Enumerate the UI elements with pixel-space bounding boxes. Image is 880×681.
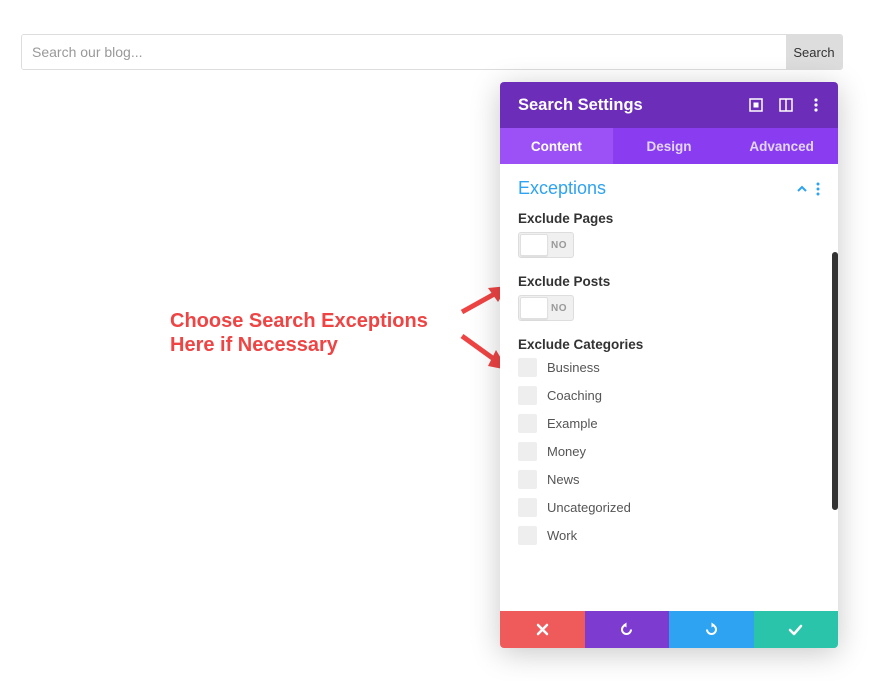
redo-icon <box>704 622 719 637</box>
category-checkbox[interactable] <box>518 526 537 545</box>
section-more-icon[interactable] <box>816 182 820 196</box>
category-checkbox[interactable] <box>518 358 537 377</box>
exclude-pages-toggle[interactable]: NO <box>518 232 574 258</box>
toggle-state: NO <box>551 240 567 251</box>
tab-content[interactable]: Content <box>500 128 613 164</box>
settings-panel: Search Settings Content Design Advanced … <box>500 82 838 648</box>
toggle-state: NO <box>551 303 567 314</box>
category-label: Coaching <box>547 388 602 403</box>
search-button[interactable]: Search <box>786 35 842 69</box>
exclude-posts-label: Exclude Posts <box>518 274 820 289</box>
chevron-up-icon[interactable] <box>796 183 808 195</box>
annotation-line2: Here if Necessary <box>170 333 428 357</box>
category-label: Uncategorized <box>547 500 631 515</box>
section-header[interactable]: Exceptions <box>500 164 838 207</box>
toggle-knob <box>520 297 548 319</box>
category-item: Work <box>518 526 820 545</box>
panel-title: Search Settings <box>518 96 643 115</box>
panel-footer <box>500 611 838 648</box>
category-checkbox[interactable] <box>518 498 537 517</box>
section-title: Exceptions <box>518 178 606 199</box>
category-label: News <box>547 472 580 487</box>
cancel-button[interactable] <box>500 611 585 648</box>
category-item: Example <box>518 414 820 433</box>
tab-design[interactable]: Design <box>613 128 726 164</box>
more-icon[interactable] <box>808 97 824 113</box>
category-checkbox[interactable] <box>518 386 537 405</box>
category-checkbox[interactable] <box>518 414 537 433</box>
category-label: Business <box>547 360 600 375</box>
close-icon <box>536 623 549 636</box>
exclude-categories-label: Exclude Categories <box>518 337 820 352</box>
search-input[interactable] <box>22 35 786 69</box>
panel-header: Search Settings <box>500 82 838 128</box>
section-controls <box>796 182 820 196</box>
exclude-pages-field: Exclude Pages NO <box>518 211 820 258</box>
exclude-posts-field: Exclude Posts NO <box>518 274 820 321</box>
redo-button[interactable] <box>669 611 754 648</box>
category-list: Business Coaching Example Money News Unc… <box>518 358 820 545</box>
exclude-posts-toggle[interactable]: NO <box>518 295 574 321</box>
category-label: Example <box>547 416 598 431</box>
blog-search-bar: Search <box>21 34 843 70</box>
check-icon <box>788 624 803 636</box>
category-item: Coaching <box>518 386 820 405</box>
undo-icon <box>619 622 634 637</box>
panel-body: Exceptions Exclude Pages NO Exclude Post <box>500 164 838 611</box>
category-item: News <box>518 470 820 489</box>
annotation-text: Choose Search Exceptions Here if Necessa… <box>170 309 428 357</box>
tab-advanced[interactable]: Advanced <box>725 128 838 164</box>
category-item: Money <box>518 442 820 461</box>
save-button[interactable] <box>754 611 839 648</box>
category-label: Money <box>547 444 586 459</box>
annotation-line1: Choose Search Exceptions <box>170 309 428 333</box>
scrollbar[interactable] <box>832 252 838 510</box>
category-item: Business <box>518 358 820 377</box>
undo-button[interactable] <box>585 611 670 648</box>
exclude-pages-label: Exclude Pages <box>518 211 820 226</box>
toggle-knob <box>520 234 548 256</box>
section-body: Exclude Pages NO Exclude Posts NO Exclud… <box>500 207 838 557</box>
category-checkbox[interactable] <box>518 470 537 489</box>
category-label: Work <box>547 528 577 543</box>
settings-tabs: Content Design Advanced <box>500 128 838 164</box>
expand-icon[interactable] <box>748 97 764 113</box>
category-checkbox[interactable] <box>518 442 537 461</box>
header-icons <box>748 97 824 113</box>
columns-icon[interactable] <box>778 97 794 113</box>
category-item: Uncategorized <box>518 498 820 517</box>
exclude-categories-field: Exclude Categories Business Coaching Exa… <box>518 337 820 545</box>
